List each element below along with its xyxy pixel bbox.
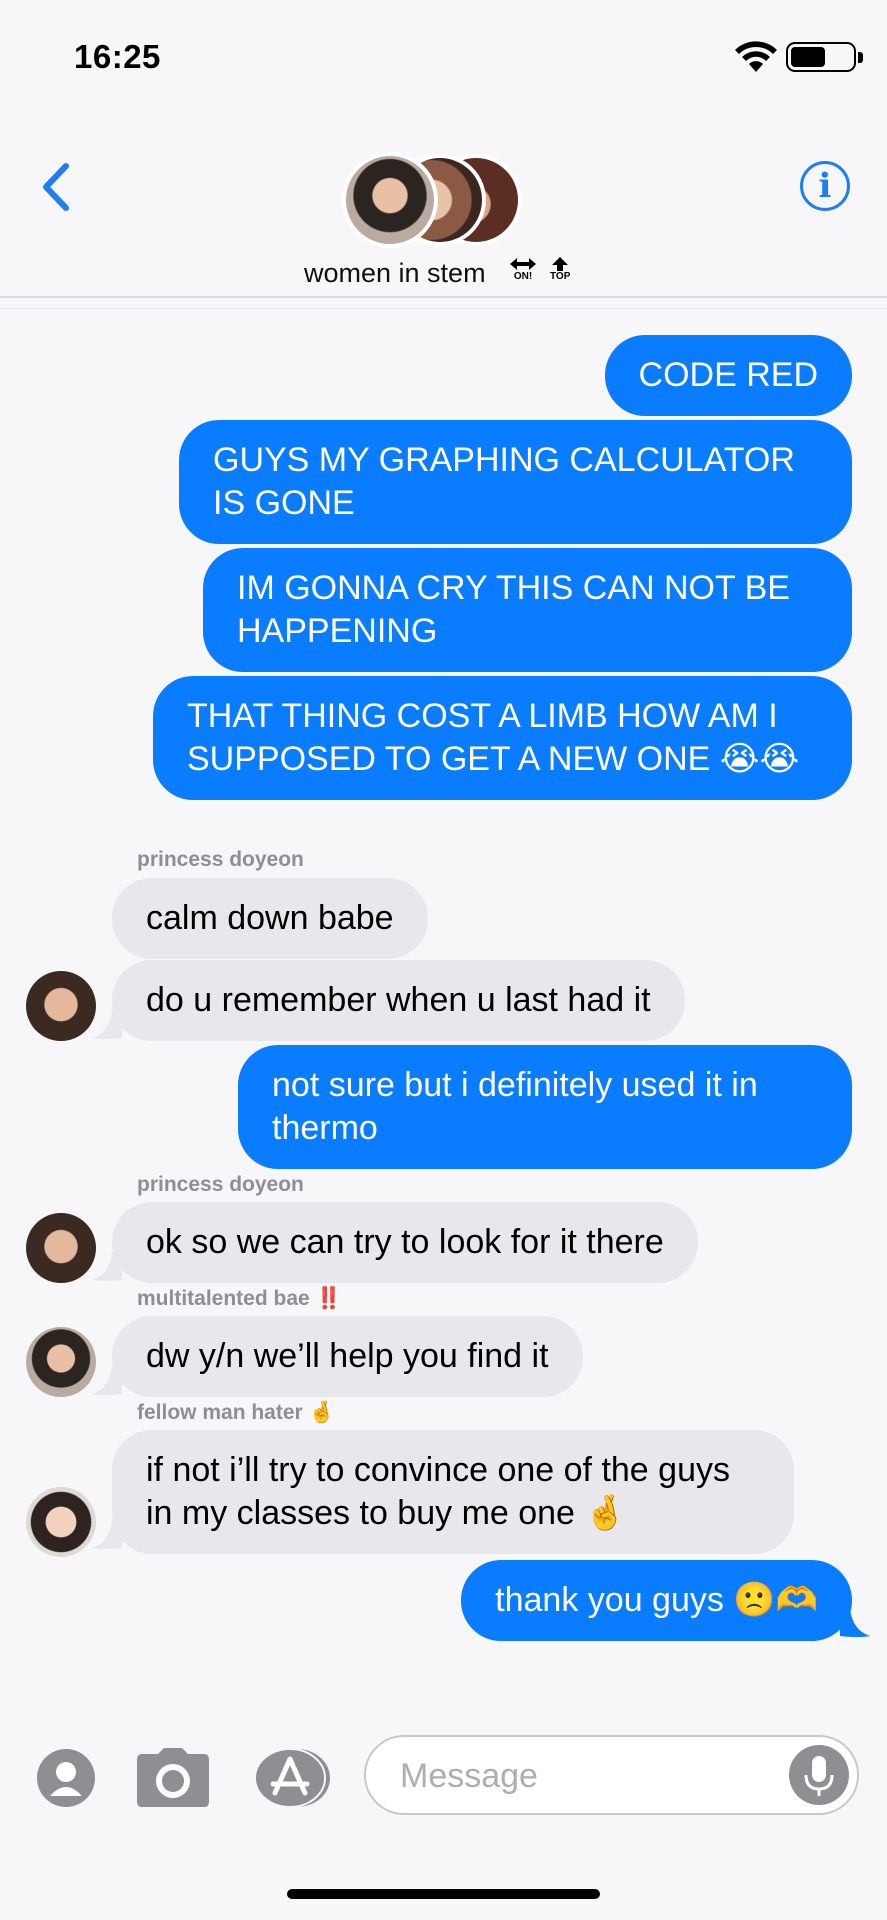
message-incoming[interactable]: ok so we can try to look for it there (112, 1202, 698, 1283)
group-avatar-1 (342, 152, 438, 248)
message-outgoing[interactable]: thank you guys 🙁🫶 (461, 1560, 852, 1641)
top-arrow-label: TOP (550, 271, 571, 282)
group-name-icons: ON! TOP (508, 256, 570, 282)
message-outgoing[interactable]: IM GONNA CRY THIS CAN NOT BE HAPPENING (203, 548, 852, 672)
app-store-icon[interactable] (253, 1748, 333, 1808)
wifi-icon (735, 41, 777, 72)
sender-name: multitalented bae ‼️ (137, 1287, 342, 1310)
sender-name: princess doyeon (137, 1173, 304, 1196)
sender-name: princess doyeon (137, 848, 304, 871)
sender-name: fellow man hater 🤞 (137, 1401, 335, 1424)
sender-avatar[interactable] (26, 1487, 96, 1557)
sender-avatar[interactable] (26, 971, 96, 1041)
bubble-tail (92, 1366, 122, 1395)
group-avatars[interactable] (342, 150, 532, 250)
info-icon[interactable]: i (800, 161, 850, 211)
conversation-header: women in stem ON! TOP i (0, 110, 887, 300)
home-indicator[interactable] (287, 1889, 600, 1899)
camera-icon[interactable] (136, 1748, 210, 1808)
back-chevron-icon[interactable] (40, 162, 72, 212)
microphone-icon (804, 1756, 834, 1796)
battery-icon (786, 42, 856, 72)
message-outgoing[interactable]: THAT THING COST A LIMB HOW AM I SUPPOSED… (153, 676, 852, 800)
status-bar: 16:25 (0, 0, 887, 110)
message-outgoing[interactable]: not sure but i definitely used it in the… (238, 1045, 852, 1169)
message-input-field[interactable] (364, 1735, 859, 1815)
bubble-tail (92, 1010, 122, 1039)
message-outgoing[interactable]: GUYS MY GRAPHING CALCULATOR IS GONE (179, 420, 852, 544)
message-incoming[interactable]: calm down babe (112, 878, 428, 959)
bubble-tail (840, 1608, 870, 1637)
contact-card-icon[interactable] (36, 1748, 96, 1808)
status-time: 16:25 (74, 38, 161, 75)
message-input[interactable] (398, 1747, 782, 1805)
on-arrow-label: ON! (513, 271, 533, 282)
microphone-button[interactable] (789, 1745, 849, 1805)
bubble-tail (92, 1520, 122, 1549)
header-divider (0, 296, 887, 298)
message-outgoing[interactable]: CODE RED (604, 335, 852, 416)
message-incoming[interactable]: dw y/n we’ll help you find it (112, 1316, 583, 1397)
bubble-tail (92, 1252, 122, 1281)
message-incoming[interactable]: do u remember when u last had it (112, 960, 685, 1041)
sender-avatar[interactable] (26, 1213, 96, 1283)
group-name[interactable]: women in stem (304, 258, 486, 289)
sender-avatar[interactable] (26, 1327, 96, 1397)
message-incoming[interactable]: if not i’ll try to convince one of the g… (112, 1430, 794, 1554)
on-arrow-icon: ON! (508, 256, 538, 282)
top-arrow-icon: TOP (550, 256, 570, 282)
